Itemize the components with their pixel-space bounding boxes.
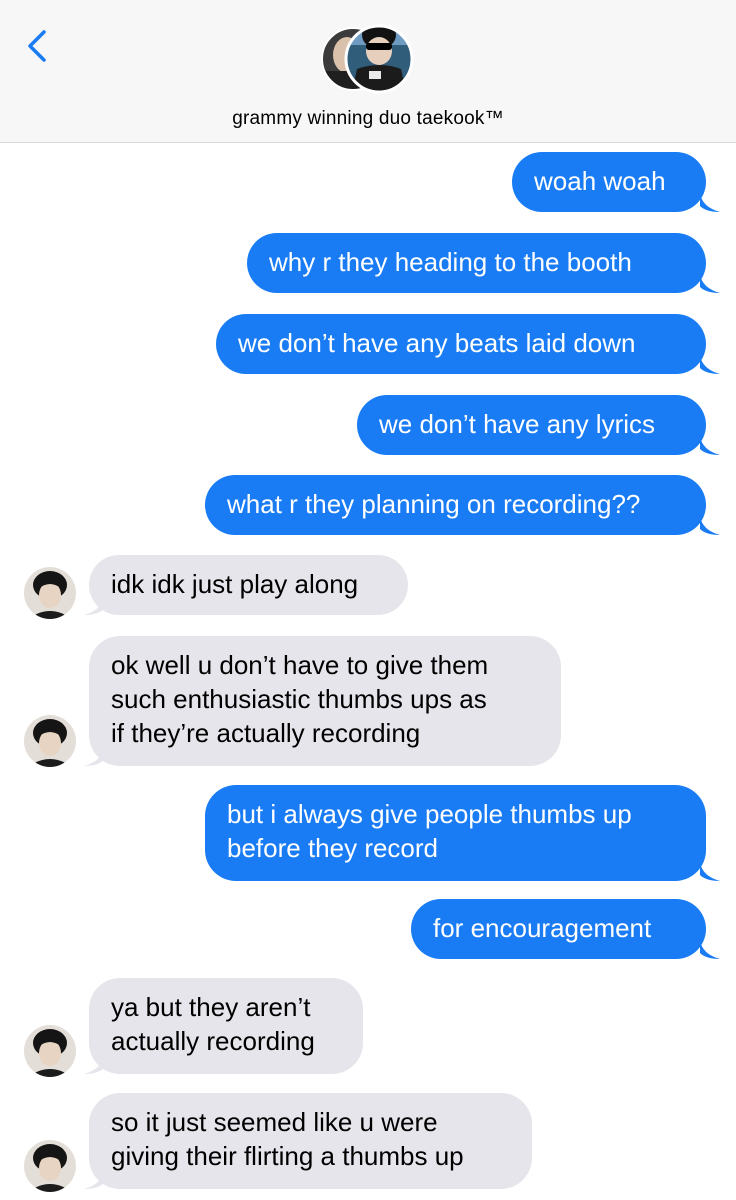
bubble-tail	[700, 274, 720, 293]
bubble-tail	[84, 1170, 104, 1189]
bubble-tail	[700, 516, 720, 535]
bubble-tail	[700, 193, 720, 212]
received-message-bubble[interactable]: idk idk just play along	[89, 555, 408, 615]
sent-message-bubble[interactable]: what r they planning on recording??	[205, 475, 706, 535]
bubble-tail	[700, 436, 720, 455]
bubble-tail	[700, 940, 720, 959]
sent-message-bubble[interactable]: why r they heading to the booth	[247, 233, 706, 293]
sent-message-bubble[interactable]: but i always give people thumbs up befor…	[205, 785, 706, 881]
bubble-tail	[700, 355, 720, 374]
contact-avatar[interactable]	[24, 1025, 76, 1077]
back-button[interactable]	[20, 24, 60, 68]
sent-message-bubble[interactable]: woah woah	[512, 152, 706, 212]
sent-message-bubble[interactable]: we don’t have any beats laid down	[216, 314, 706, 374]
bubble-tail	[84, 596, 104, 615]
conversation-header: grammy winning duo taekook™	[0, 0, 736, 143]
bubble-tail	[700, 862, 720, 881]
sent-message-bubble[interactable]: we don’t have any lyrics	[357, 395, 706, 455]
bubble-tail	[84, 1055, 104, 1074]
bubble-tail	[84, 747, 104, 766]
received-message-bubble[interactable]: ok well u don’t have to give them such e…	[89, 636, 561, 766]
group-avatar[interactable]	[321, 21, 415, 97]
contact-avatar[interactable]	[24, 567, 76, 619]
chevron-left-icon	[28, 30, 46, 62]
received-message-bubble[interactable]: ya but they aren’t actually recording	[89, 978, 363, 1074]
contact-name[interactable]: grammy winning duo taekook™	[0, 108, 736, 130]
contact-avatar[interactable]	[24, 1140, 76, 1192]
sent-message-bubble[interactable]: for encouragement	[411, 899, 706, 959]
received-message-bubble[interactable]: so it just seemed like u were giving the…	[89, 1093, 532, 1189]
contact-avatar[interactable]	[24, 715, 76, 767]
messages-screen: grammy winning duo taekook™ woah woah wh…	[0, 0, 736, 1200]
